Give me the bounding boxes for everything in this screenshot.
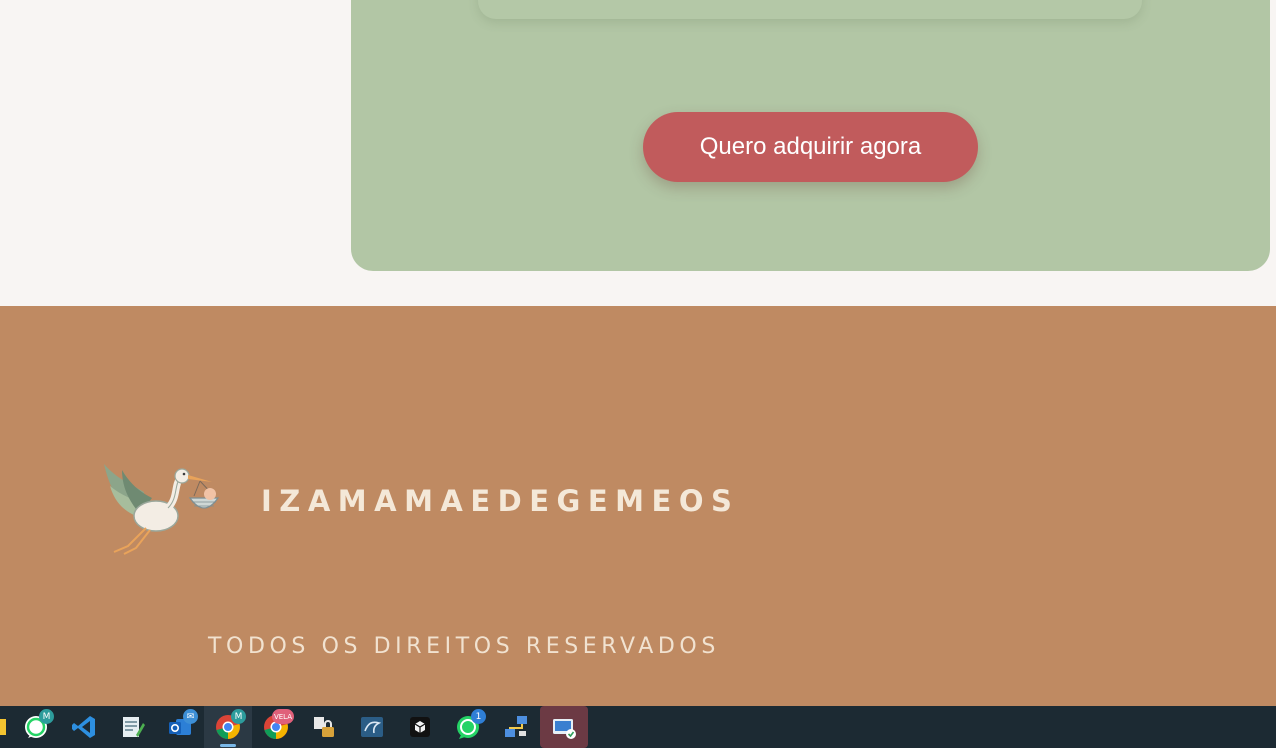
stork-carrying-baby-icon: [104, 464, 220, 555]
folder-icon[interactable]: [0, 706, 12, 748]
chrome-icon[interactable]: M: [204, 706, 252, 748]
whatsapp-icon[interactable]: 1: [444, 706, 492, 748]
virtualbox-icon[interactable]: [396, 706, 444, 748]
buy-now-button[interactable]: Quero adquirir agora: [643, 112, 978, 182]
notepad-icon[interactable]: [108, 706, 156, 748]
notification-badge: M: [231, 709, 246, 724]
site-footer: IZAMAMAEDEGEMEOS TODOS OS DIREITOS RESER…: [0, 306, 1276, 706]
whatsapp-business-icon[interactable]: M: [12, 706, 60, 748]
brand-name: IZAMAMAEDEGEMEOS: [261, 484, 740, 518]
inner-content-card: [478, 0, 1142, 19]
vscode-icon[interactable]: [60, 706, 108, 748]
purchase-section: Quero adquirir agora: [0, 0, 1276, 306]
offer-card: Quero adquirir agora: [351, 0, 1270, 271]
notification-badge: 1: [471, 709, 486, 724]
windows-taskbar: M ✉ M VELA 1: [0, 706, 1276, 748]
notification-badge: VELA: [271, 709, 294, 724]
footer-brand[interactable]: IZAMAMAEDEGEMEOS: [100, 456, 739, 556]
security-lock-icon[interactable]: [300, 706, 348, 748]
outlook-icon[interactable]: ✉: [156, 706, 204, 748]
notification-badge: M: [39, 709, 54, 724]
mysql-workbench-icon[interactable]: [348, 706, 396, 748]
network-icon[interactable]: [492, 706, 540, 748]
copyright-text: TODOS OS DIREITOS RESERVADOS: [208, 634, 720, 659]
chrome-profile-icon[interactable]: VELA: [252, 706, 300, 748]
remote-desktop-icon[interactable]: [540, 706, 588, 748]
notification-badge: ✉: [183, 709, 198, 724]
page-viewport: Quero adquirir agora IZAMAMAEDEGEMEOS TO…: [0, 0, 1276, 748]
